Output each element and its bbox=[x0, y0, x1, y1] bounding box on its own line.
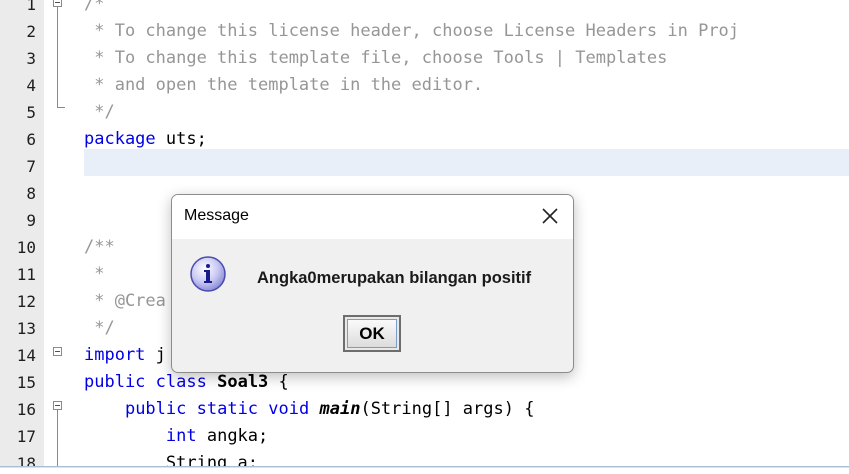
code-token: import bbox=[84, 345, 146, 365]
code-token: public bbox=[84, 372, 146, 392]
code-token: { bbox=[268, 372, 289, 392]
code-token: main bbox=[319, 399, 361, 419]
code-token: (String[] args) { bbox=[360, 399, 535, 419]
line-number: 10 bbox=[16, 238, 36, 257]
line-number: 15 bbox=[16, 373, 36, 392]
line-number: 12 bbox=[16, 292, 36, 311]
code-token: package bbox=[84, 129, 156, 149]
fold-toggle-icon[interactable] bbox=[53, 401, 62, 410]
fold-guide-end bbox=[57, 107, 65, 108]
code-token: Soal3 bbox=[217, 372, 269, 392]
fold-guide bbox=[57, 7, 58, 107]
ok-button[interactable]: OK bbox=[343, 315, 401, 352]
line-number: 17 bbox=[16, 427, 36, 446]
code-token: int bbox=[165, 426, 197, 446]
code-token: class bbox=[155, 372, 207, 392]
code-line: * To change this license header, choose … bbox=[74, 18, 849, 45]
line-number: 11 bbox=[16, 265, 36, 284]
code-token: j bbox=[145, 345, 166, 365]
code-token: * bbox=[84, 264, 105, 284]
line-number: 16 bbox=[16, 400, 36, 419]
code-line: public static void main(String[] args) { bbox=[74, 396, 849, 423]
line-number: 8 bbox=[26, 184, 36, 203]
code-fold-column bbox=[44, 0, 74, 468]
code-token: */ bbox=[84, 318, 115, 338]
line-number: 14 bbox=[16, 346, 36, 365]
code-token: * @Crea bbox=[84, 291, 166, 311]
code-token: /* bbox=[84, 0, 105, 14]
code-line: * and open the template in the editor. bbox=[74, 72, 849, 99]
info-icon bbox=[189, 255, 227, 293]
line-number: 13 bbox=[16, 319, 36, 338]
dialog-message: Angka0merupakan bilangan positif bbox=[257, 269, 532, 287]
code-line: */ bbox=[74, 99, 849, 126]
dialog-title: Message bbox=[184, 207, 249, 224]
code-token: * To change this template file, choose T… bbox=[84, 48, 668, 68]
fold-toggle-icon[interactable] bbox=[53, 347, 62, 356]
code-token: angka; bbox=[196, 426, 269, 446]
code-token: /** bbox=[84, 237, 115, 257]
line-number: 3 bbox=[26, 49, 36, 68]
code-token: static bbox=[196, 399, 259, 419]
line-number: 2 bbox=[26, 22, 36, 41]
line-number: 9 bbox=[26, 211, 36, 230]
code-line: package uts; bbox=[74, 126, 849, 153]
code-line: * To change this template file, choose T… bbox=[74, 45, 849, 72]
horizontal-scrollbar[interactable] bbox=[0, 466, 849, 468]
fold-toggle-icon[interactable] bbox=[53, 0, 62, 7]
close-icon[interactable] bbox=[537, 203, 563, 229]
code-token: void bbox=[268, 399, 310, 419]
message-dialog: Message Angka0merupakan bilangan positif… bbox=[171, 194, 574, 373]
code-token: */ bbox=[84, 102, 115, 122]
line-number: 1 bbox=[26, 0, 36, 14]
line-number: 4 bbox=[26, 76, 36, 95]
code-line: public class Soal3 { bbox=[74, 369, 849, 396]
line-number: 7 bbox=[26, 157, 36, 176]
dialog-titlebar[interactable]: Message bbox=[172, 195, 573, 239]
line-number: 6 bbox=[26, 130, 36, 149]
code-token: uts; bbox=[155, 129, 207, 149]
fold-guide bbox=[57, 410, 58, 468]
ok-button-label: OK bbox=[347, 319, 397, 348]
code-line: int angka; bbox=[74, 423, 849, 450]
code-token: * and open the template in the editor. bbox=[84, 75, 484, 95]
line-number: 5 bbox=[26, 103, 36, 122]
code-token: public bbox=[124, 399, 187, 419]
code-token: * To change this license header, choose … bbox=[84, 21, 740, 41]
code-line: /* bbox=[74, 0, 849, 18]
